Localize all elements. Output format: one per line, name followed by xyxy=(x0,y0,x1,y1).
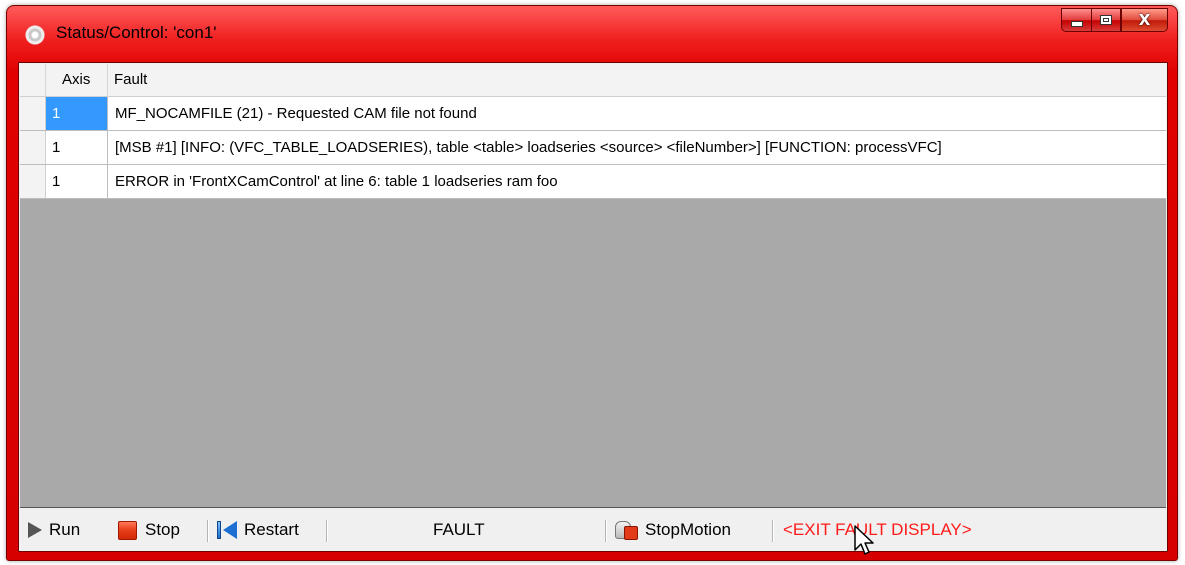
toolbar-separator xyxy=(207,520,209,542)
restart-icon xyxy=(216,520,238,540)
toolbar-separator xyxy=(605,520,607,542)
title-bar[interactable]: Status/Control: 'con1' X xyxy=(7,6,1177,58)
cell-axis[interactable]: 1 xyxy=(46,165,108,198)
maximize-button[interactable] xyxy=(1091,8,1121,32)
exit-fault-display-link[interactable]: <EXIT FAULT DISPLAY> xyxy=(783,510,972,550)
column-header-axis[interactable]: Axis xyxy=(46,64,108,96)
close-icon: X xyxy=(1138,11,1151,29)
stopmotion-button[interactable]: StopMotion xyxy=(615,510,731,550)
window-controls: X xyxy=(1061,8,1168,33)
restart-button[interactable]: Restart xyxy=(216,510,299,550)
column-header-fault[interactable]: Fault xyxy=(108,64,1166,96)
stop-hand-icon xyxy=(615,519,639,541)
stop-button[interactable]: Stop xyxy=(118,510,180,550)
run-button[interactable]: Run xyxy=(28,510,80,550)
client-area: Axis Fault 1 MF_NOCAMFILE (21) - Request… xyxy=(18,62,1168,552)
exit-fault-label: <EXIT FAULT DISPLAY> xyxy=(783,520,972,539)
table-row[interactable]: 1 [MSB #1] [INFO: (VFC_TABLE_LOADSERIES)… xyxy=(20,131,1166,165)
state-indicator: FAULT xyxy=(433,510,485,550)
grid-header: Axis Fault xyxy=(20,64,1166,97)
row-header[interactable] xyxy=(20,131,46,164)
row-header[interactable] xyxy=(20,97,46,130)
table-row[interactable]: 1 ERROR in 'FrontXCamControl' at line 6:… xyxy=(20,165,1166,199)
window-title: Status/Control: 'con1' xyxy=(56,23,217,42)
row-header[interactable] xyxy=(20,165,46,198)
stopmotion-label: StopMotion xyxy=(645,520,731,539)
play-icon xyxy=(28,522,42,538)
maximize-icon xyxy=(1100,15,1112,25)
mouse-cursor-icon xyxy=(854,525,874,555)
stop-label: Stop xyxy=(145,520,180,539)
state-text: FAULT xyxy=(433,520,485,539)
cell-fault[interactable]: [MSB #1] [INFO: (VFC_TABLE_LOADSERIES), … xyxy=(108,131,1166,164)
cell-axis[interactable]: 1 xyxy=(46,97,108,130)
cell-axis[interactable]: 1 xyxy=(46,131,108,164)
restart-label: Restart xyxy=(244,520,299,539)
minimize-button[interactable] xyxy=(1061,8,1091,32)
close-button[interactable]: X xyxy=(1121,8,1168,32)
fault-grid[interactable]: Axis Fault 1 MF_NOCAMFILE (21) - Request… xyxy=(20,64,1166,508)
gear-icon[interactable] xyxy=(24,24,46,46)
table-row[interactable]: 1 MF_NOCAMFILE (21) - Requested CAM file… xyxy=(20,97,1166,131)
status-toolbar: Run Stop Restart FAULT StopMotion <EXIT … xyxy=(20,510,1166,550)
header-corner[interactable] xyxy=(20,64,46,96)
cell-fault[interactable]: MF_NOCAMFILE (21) - Requested CAM file n… xyxy=(108,97,1166,130)
toolbar-separator xyxy=(772,520,774,542)
cell-fault[interactable]: ERROR in 'FrontXCamControl' at line 6: t… xyxy=(108,165,1166,198)
toolbar-separator xyxy=(326,520,328,542)
run-label: Run xyxy=(49,520,81,539)
status-control-window: Status/Control: 'con1' X Axis Fault 1 MF… xyxy=(6,5,1178,561)
minimize-icon xyxy=(1070,21,1083,27)
stop-icon xyxy=(118,520,137,540)
